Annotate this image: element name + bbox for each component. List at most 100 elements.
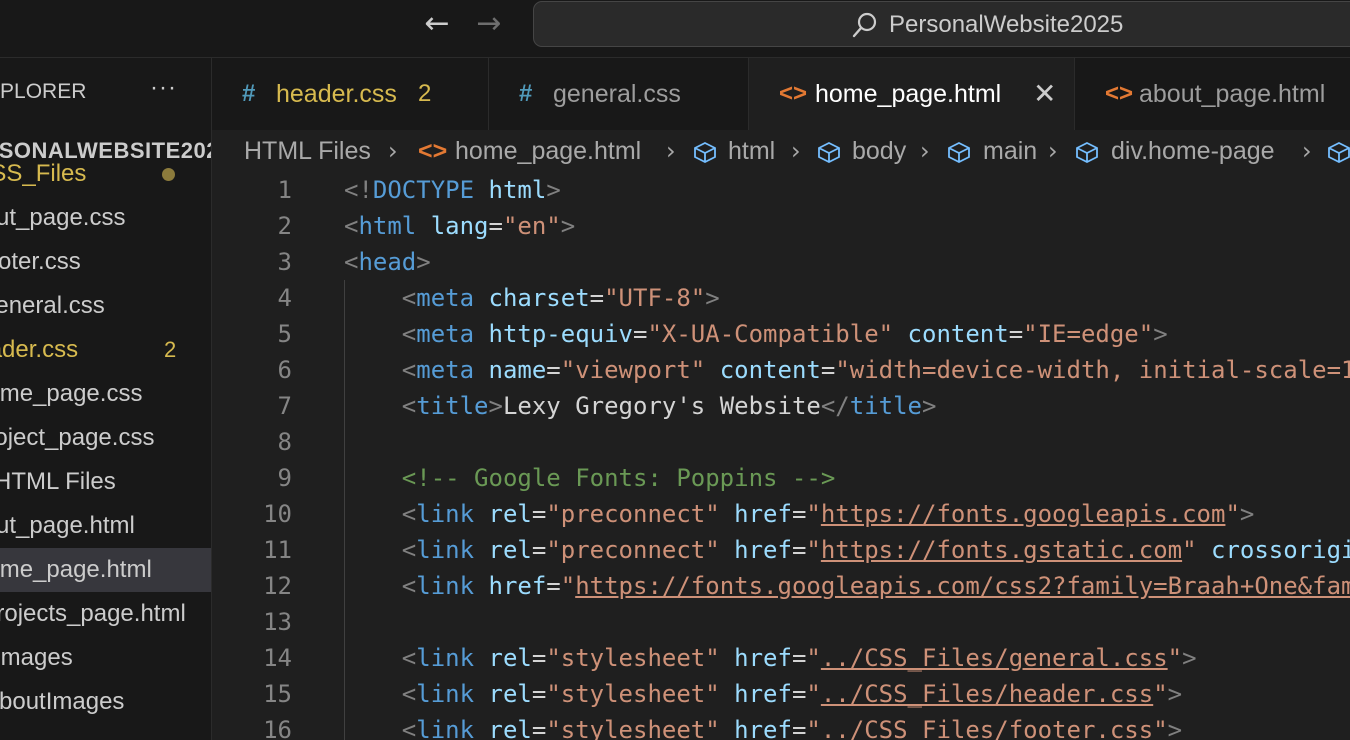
code-line[interactable]: 8	[212, 424, 1350, 460]
breadcrumb-item[interactable]: div.home-page	[1111, 135, 1275, 167]
tab-header-css[interactable]: # header.css 2	[212, 58, 489, 130]
problem-count-badge: 2	[418, 80, 432, 107]
sidebar-item[interactable]: about_page.css	[0, 196, 211, 240]
code-line[interactable]: 14 <link rel="stylesheet" href="../CSS_F…	[212, 640, 1350, 676]
code-token: =	[1008, 320, 1024, 348]
code-token: "	[806, 680, 821, 708]
command-center-search[interactable]: PersonalWebsite2025	[533, 1, 1350, 47]
sidebar-item[interactable]: HTML Files	[0, 460, 211, 504]
code-line[interactable]: 1 <!DOCTYPE html>	[212, 172, 1350, 208]
code-token: "en"	[502, 212, 561, 240]
code-line[interactable]: 13	[212, 604, 1350, 640]
code-token: rel	[488, 716, 532, 740]
code-line[interactable]: 6 <meta name="viewport" content="width=d…	[212, 352, 1350, 388]
code-token: "viewport"	[560, 356, 706, 384]
code-line[interactable]: 12 <link href="https://fonts.googleapis.…	[212, 568, 1350, 604]
tab-general-css[interactable]: # general.css	[489, 58, 749, 130]
code-token: =	[488, 212, 503, 240]
sidebar-item[interactable]: header.css 2	[0, 328, 211, 372]
sidebar-item-label: general.css	[0, 292, 105, 319]
code-token: href	[734, 716, 792, 740]
chevron-right-icon: ›	[791, 137, 801, 165]
ellipsis-icon[interactable]: ···	[150, 74, 177, 102]
code-token: =	[633, 320, 648, 348]
code-line[interactable]: 15 <link rel="stylesheet" href="../CSS_F…	[212, 676, 1350, 712]
code-token: >	[560, 212, 576, 240]
sidebar-item[interactable]: home_page.html	[0, 548, 211, 592]
breadcrumb-item[interactable]: html	[728, 135, 775, 167]
code-line[interactable]: 5 <meta http-equiv="X-UA-Compatible" con…	[212, 316, 1350, 352]
code-token: <!	[344, 176, 373, 204]
code-token: >	[922, 392, 937, 420]
html-file-icon: <>	[779, 80, 808, 107]
sidebar-item-label: home_page.html	[0, 556, 152, 583]
sidebar-item[interactable]: Images	[0, 636, 211, 680]
code-line[interactable]: 9 <!-- Google Fonts: Poppins -->	[212, 460, 1350, 496]
close-icon[interactable]: ✕	[1033, 78, 1056, 110]
code-text: <link href="https://fonts.googleapis.com…	[344, 568, 1350, 604]
code-token: "	[806, 716, 821, 740]
code-line[interactable]: 7 <title>Lexy Gregory's Website</title>	[212, 388, 1350, 424]
code-token: =	[791, 680, 807, 708]
breadcrumb-item[interactable]: main	[983, 135, 1037, 167]
sidebar-item[interactable]: AboutImages	[0, 680, 211, 724]
sidebar-item[interactable]: home_page.css	[0, 372, 211, 416]
back-button[interactable]: ←	[420, 6, 454, 42]
code-token: "	[806, 500, 821, 528]
code-token: "	[560, 572, 576, 600]
code-token: =	[589, 284, 605, 312]
code-token: content	[907, 320, 1009, 348]
tab-home-page-html[interactable]: <> home_page.html ✕	[749, 58, 1075, 131]
code-token: rel	[488, 680, 532, 708]
code-token: DOCTYPE	[372, 176, 475, 204]
sidebar-item[interactable]: project_page.css	[0, 416, 211, 460]
code-token: =	[791, 644, 807, 672]
code-line[interactable]: 4 <meta charset="UTF-8">	[212, 280, 1350, 316]
breadcrumb-item[interactable]: home_page.html	[455, 135, 641, 167]
breadcrumb-item[interactable]: body	[852, 135, 906, 167]
sidebar-item[interactable]: projects_page.html	[0, 592, 211, 636]
code-token: =	[531, 500, 547, 528]
sidebar-item-label: HTML Files	[0, 468, 116, 495]
sidebar-item[interactable]: CSS_Files	[0, 152, 211, 196]
code-token: <	[401, 716, 417, 740]
code-token: "	[1225, 500, 1240, 528]
element-cube-icon	[1076, 141, 1098, 163]
sidebar-item[interactable]: about_page.html	[0, 504, 211, 548]
code-text: <link rel="stylesheet" href="../CSS_File…	[344, 676, 1182, 712]
code-line[interactable]: 3 <head>	[212, 244, 1350, 280]
tab-about-page-html[interactable]: <> about_page.html	[1075, 58, 1350, 130]
code-token: name	[488, 356, 547, 384]
code-line[interactable]: 16 <link rel="stylesheet" href="../CSS_F…	[212, 712, 1350, 740]
line-number: 4	[277, 284, 292, 312]
forward-button[interactable]: →	[472, 6, 506, 42]
line-number: 11	[263, 536, 292, 564]
sidebar-item[interactable]: general.css	[0, 284, 211, 328]
code-line[interactable]: 11 <link rel="preconnect" href="https://…	[212, 532, 1350, 568]
code-line[interactable]: 2 <html lang="en">	[212, 208, 1350, 244]
code-token: =	[791, 716, 807, 740]
code-line[interactable]: 10 <link rel="preconnect" href="https://…	[212, 496, 1350, 532]
code-token: </	[820, 392, 850, 420]
sidebar-item-label: header.css	[0, 336, 79, 363]
tab-label: header.css	[276, 80, 397, 108]
breadcrumb-item[interactable]: HTML Files	[244, 135, 371, 167]
element-cube-icon	[818, 141, 840, 163]
code-text: <meta name="viewport" content="width=dev…	[344, 352, 1350, 388]
line-number: 16	[263, 716, 292, 740]
code-token: "X-UA-Compatible"	[647, 320, 894, 348]
code-token: "	[1167, 644, 1183, 672]
sidebar-item[interactable]: footer.css	[0, 240, 211, 284]
code-token: link	[416, 644, 475, 672]
code-text: <link rel="stylesheet" href="../CSS_File…	[344, 712, 1182, 740]
code-editor[interactable]: 1 <!DOCTYPE html> 2 <html lang="en"> 3 <head>…	[212, 172, 1350, 740]
code-text: <title>Lexy Gregory's Website</title>	[344, 388, 937, 424]
